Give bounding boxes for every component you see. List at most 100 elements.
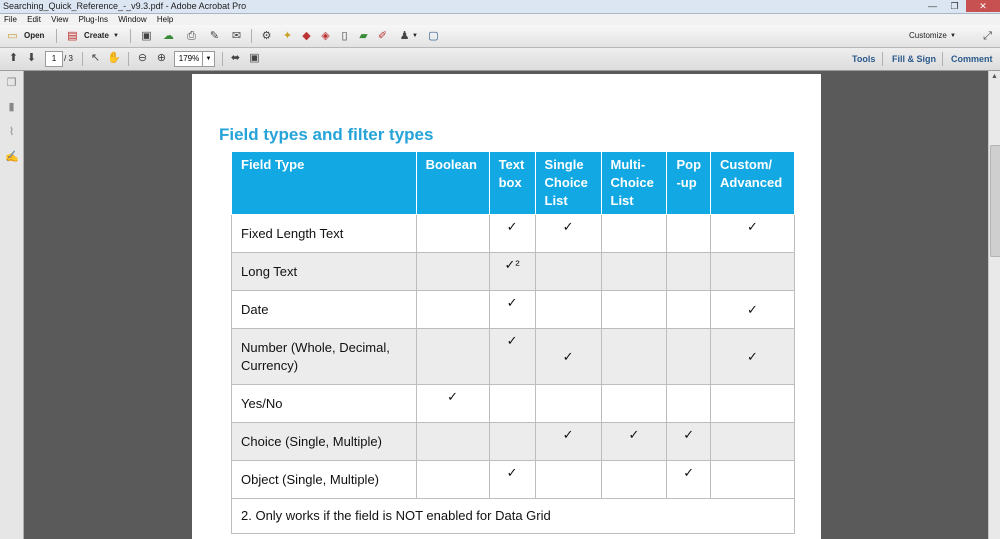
- check-cell: [488, 422, 536, 461]
- next-page-icon[interactable]: ⬇: [25, 52, 38, 65]
- check-cell: [600, 384, 668, 423]
- check-cell: ✓: [534, 422, 602, 461]
- comment-icon[interactable]: ✦: [281, 30, 294, 43]
- field-type-cell: Fixed Length Text: [231, 214, 417, 253]
- table-row: Object (Single, Multiple) ✓ ✓: [231, 460, 795, 499]
- highlight-icon[interactable]: ◈: [319, 30, 332, 43]
- bookmark-icon[interactable]: ▮: [5, 101, 18, 114]
- chevron-down-icon[interactable]: ▼: [950, 28, 956, 44]
- gear-icon[interactable]: ⚙: [260, 30, 273, 43]
- check-cell: ✓: [710, 290, 795, 329]
- navigation-toolbar: ⬆ ⬇ 1 / 3 ↖ ✋ ⊖ ⊕ 179% ▼ ⬌ ▣ Tools Fill …: [0, 48, 1000, 71]
- check-cell: [534, 290, 602, 329]
- column-header: Multi-Choice List: [600, 151, 668, 215]
- zoom-input[interactable]: 179%: [174, 51, 204, 67]
- check-cell: ✓: [666, 422, 712, 461]
- previous-page-icon[interactable]: ⬆: [7, 52, 20, 65]
- check-cell: ✓: [534, 214, 602, 253]
- pdf-page: Field types and filter types Field Type …: [192, 74, 821, 539]
- column-header: Text box: [488, 151, 536, 215]
- check-cell: ✓: [600, 422, 668, 461]
- fill-sign-tab[interactable]: Fill & Sign: [892, 52, 936, 66]
- user-icon[interactable]: ♟: [398, 30, 411, 43]
- menu-plugins[interactable]: Plug-Ins: [79, 15, 108, 24]
- table-row: Number (Whole, Decimal, Currency) ✓ ✓ ✓: [231, 328, 795, 385]
- chevron-down-icon[interactable]: ▼: [412, 28, 418, 44]
- attachment-icon[interactable]: ⌇: [5, 126, 18, 139]
- sign-icon[interactable]: ✐: [376, 30, 389, 43]
- vertical-scrollbar[interactable]: ▲: [988, 71, 1000, 539]
- menu-file[interactable]: File: [4, 15, 17, 24]
- menu-view[interactable]: View: [51, 15, 68, 24]
- zoom-dropdown-icon[interactable]: ▼: [202, 51, 215, 67]
- fit-width-icon[interactable]: ⬌: [229, 52, 242, 65]
- check-cell: ✓: [710, 328, 795, 385]
- customize-button[interactable]: Customize: [909, 28, 947, 44]
- footnote: 2. Only works if the field is NOT enable…: [231, 498, 795, 534]
- separator: [82, 52, 83, 66]
- separator: [56, 29, 57, 43]
- check-cell: [415, 422, 490, 461]
- check-cell: ✓: [488, 290, 536, 329]
- create-button[interactable]: Create: [84, 28, 109, 44]
- column-header: Field Type: [231, 151, 417, 215]
- folder-icon: ▭: [7, 30, 18, 42]
- close-button[interactable]: ✕: [966, 0, 1000, 12]
- signature-icon[interactable]: ✍: [5, 151, 19, 164]
- menu-window[interactable]: Window: [118, 15, 146, 24]
- table-row: Yes/No ✓: [231, 384, 795, 423]
- field-types-table: Field Type Boolean Text box Single Choic…: [231, 151, 795, 534]
- edit-icon[interactable]: ✎: [208, 30, 221, 43]
- field-type-cell: Yes/No: [231, 384, 417, 423]
- expand-icon[interactable]: ⤢: [981, 30, 994, 43]
- export-icon[interactable]: ▰: [357, 30, 370, 43]
- main-toolbar: ▭ Open ▤ Create ▼ ▣ ☁ ⎙ ✎ ✉ ⚙ ✦ ◆ ◈ ▯ ▰ …: [0, 25, 1000, 48]
- check-cell: [415, 214, 490, 253]
- separator: [251, 29, 252, 43]
- print-icon[interactable]: ⎙: [185, 30, 198, 43]
- pages-icon[interactable]: ❐: [5, 77, 18, 90]
- separator: [130, 29, 131, 43]
- comment-tab[interactable]: Comment: [951, 52, 993, 66]
- separator: [222, 52, 223, 66]
- save-icon[interactable]: ▣: [140, 30, 153, 43]
- maximize-button[interactable]: ❐: [944, 0, 965, 12]
- email-icon[interactable]: ✉: [230, 30, 243, 43]
- zoom-in-icon[interactable]: ⊕: [155, 52, 168, 65]
- separator: [882, 52, 883, 66]
- check-cell: [600, 328, 668, 385]
- menu-help[interactable]: Help: [157, 15, 173, 24]
- scroll-thumb[interactable]: [990, 145, 1000, 257]
- minimize-button[interactable]: —: [922, 0, 943, 12]
- chevron-down-icon[interactable]: ▼: [113, 28, 119, 44]
- check-cell: ✓: [666, 460, 712, 499]
- page-total: / 3: [64, 54, 73, 63]
- screen-icon[interactable]: ▢: [427, 30, 440, 43]
- menu-edit[interactable]: Edit: [27, 15, 41, 24]
- check-cell: [666, 290, 712, 329]
- check-cell: ✓: [488, 328, 536, 385]
- zoom-out-icon[interactable]: ⊖: [136, 52, 149, 65]
- column-header: Boolean: [415, 151, 490, 215]
- check-cell: [415, 460, 490, 499]
- field-type-cell: Object (Single, Multiple): [231, 460, 417, 499]
- check-cell: [600, 252, 668, 291]
- stamp-icon[interactable]: ◆: [300, 30, 313, 43]
- separator: [128, 52, 129, 66]
- check-cell: [666, 328, 712, 385]
- page-number-input[interactable]: 1: [45, 51, 63, 67]
- separator: [942, 52, 943, 66]
- check-cell: ✓: [488, 214, 536, 253]
- fit-page-icon[interactable]: ▣: [248, 52, 261, 65]
- document-icon[interactable]: ▯: [338, 30, 351, 43]
- scroll-up-icon[interactable]: ▲: [991, 73, 998, 80]
- open-button[interactable]: Open: [24, 28, 44, 44]
- check-cell: [415, 290, 490, 329]
- table-header-row: Field Type Boolean Text box Single Choic…: [231, 151, 795, 215]
- hand-tool-icon[interactable]: ✋: [107, 52, 121, 65]
- select-cursor-icon[interactable]: ↖: [89, 52, 102, 65]
- cloud-upload-icon[interactable]: ☁: [162, 30, 175, 43]
- check-cell: [666, 214, 712, 253]
- check-cell: [534, 384, 602, 423]
- tools-tab[interactable]: Tools: [852, 52, 875, 66]
